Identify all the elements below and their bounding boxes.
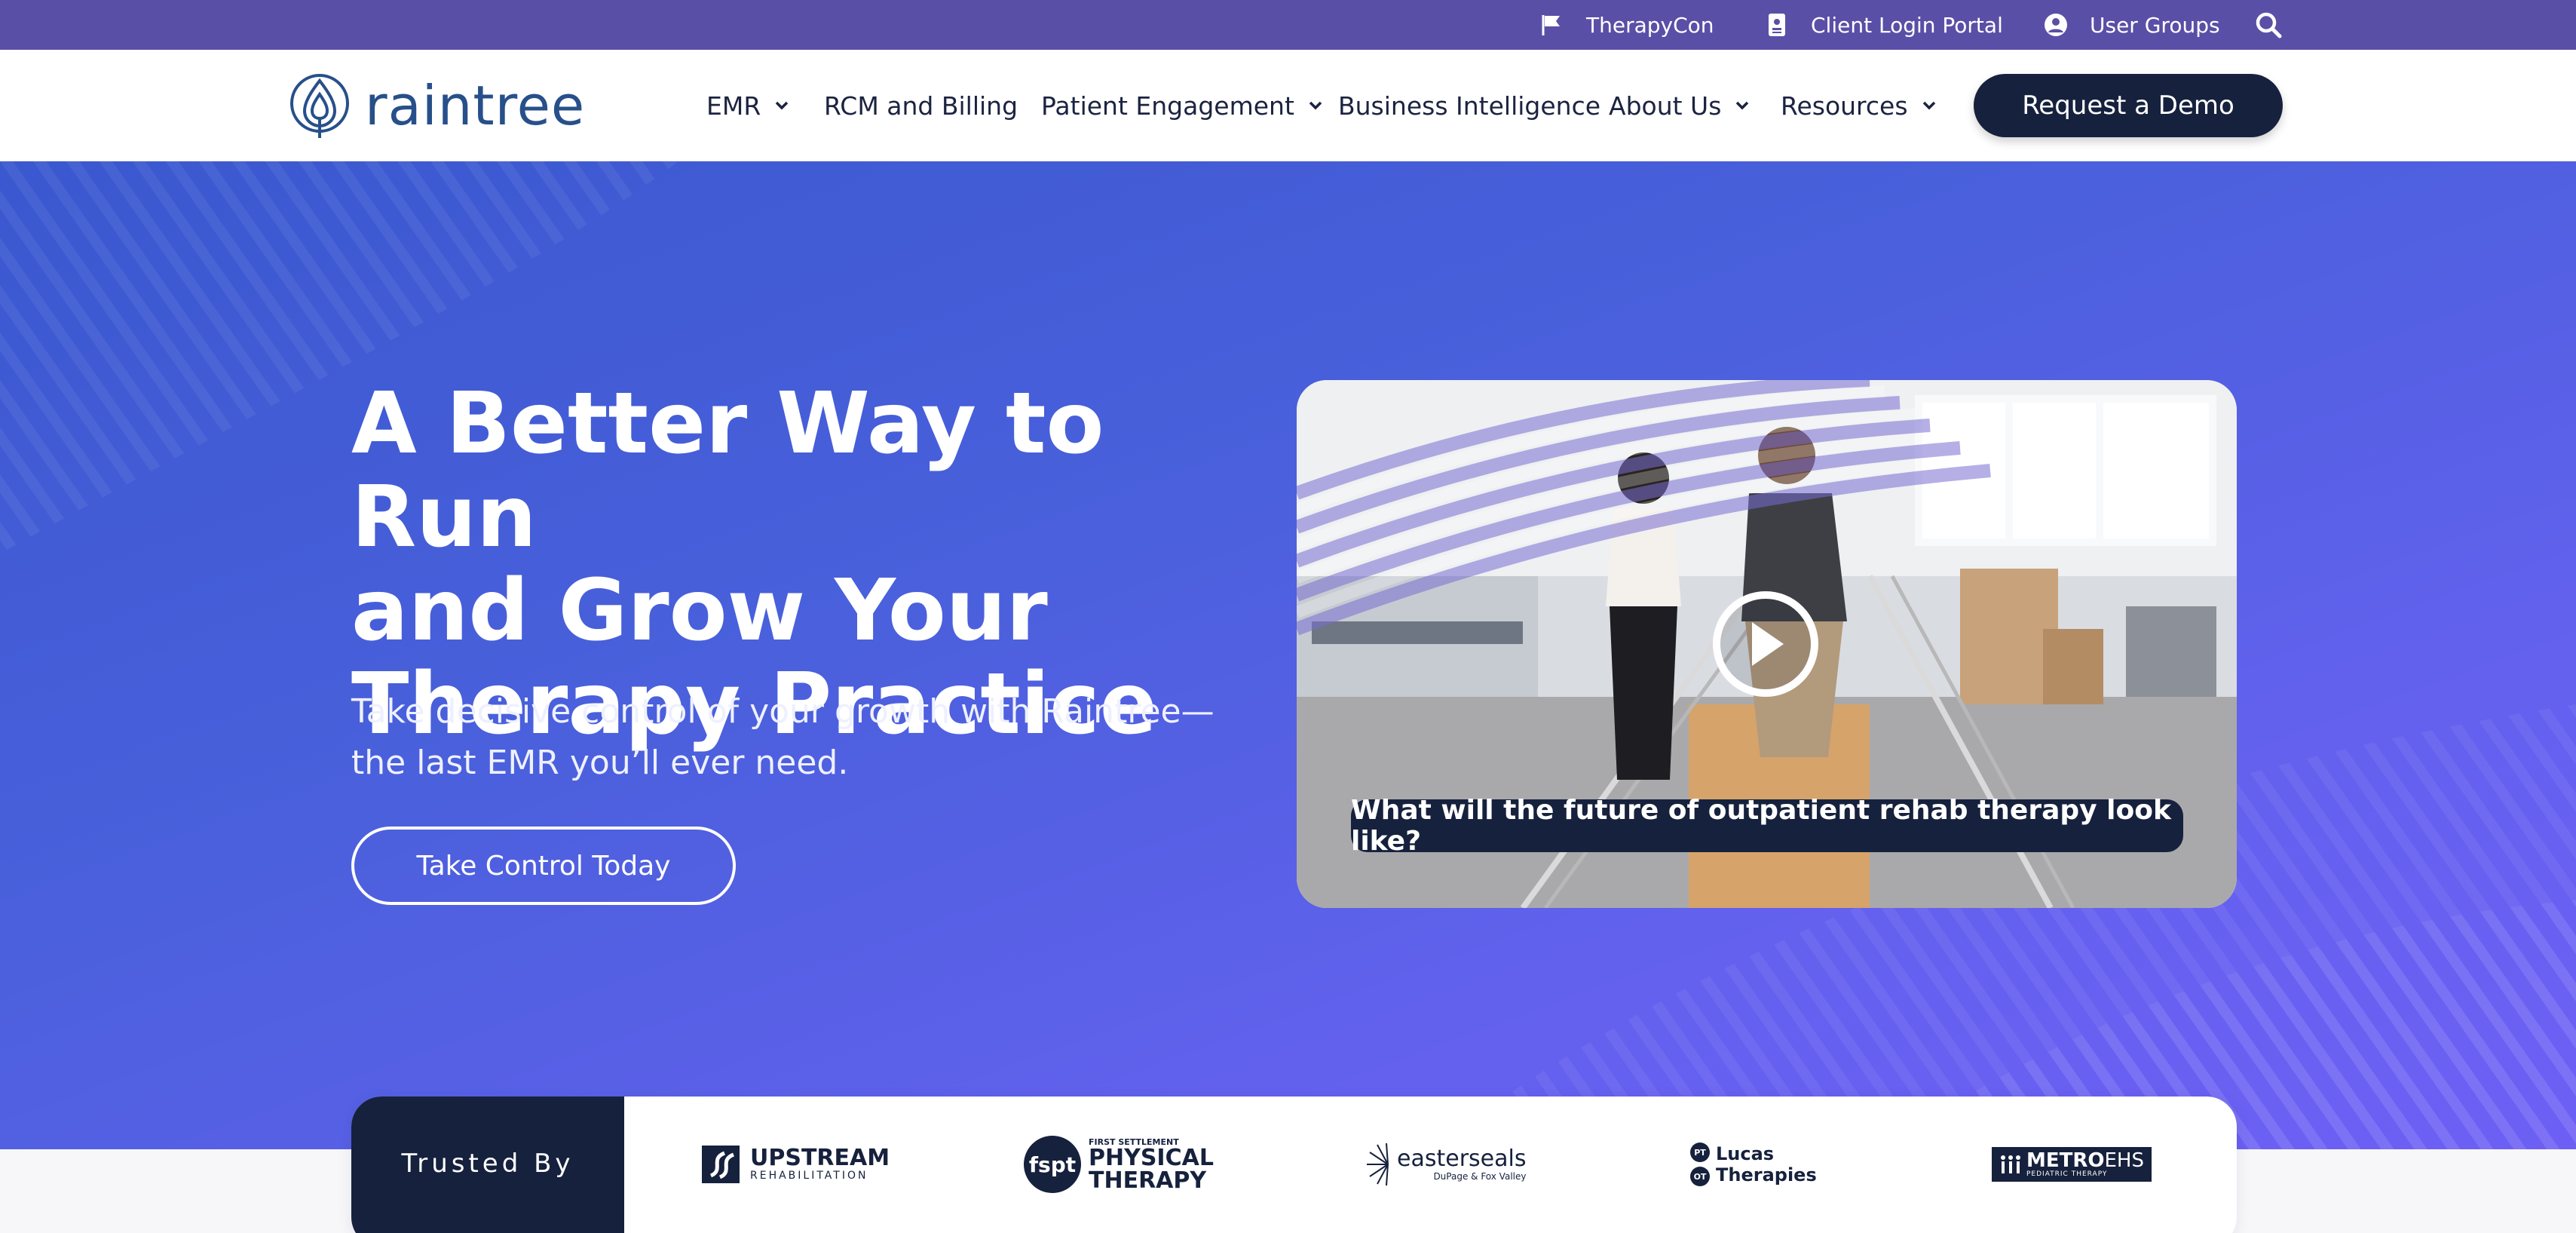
take-control-button[interactable]: Take Control Today	[351, 827, 736, 905]
raintree-drop-icon	[290, 74, 349, 138]
request-demo-button[interactable]: Request a Demo	[1974, 74, 2283, 137]
chevron-down-icon	[1735, 100, 1750, 111]
upstream-logo: UPSTREAM REHABILITATION	[702, 1134, 890, 1195]
lucas-pt-badge: PT	[1690, 1143, 1710, 1162]
nav-item-label: EMR	[706, 90, 761, 121]
lucas-logo: PT OT Lucas Therapies	[1690, 1134, 1817, 1195]
lucas-ot-badge: OT	[1690, 1167, 1710, 1186]
easterseals-subtitle: DuPage & Fox Valley	[1433, 1171, 1527, 1182]
fspt-logo: fspt FIRST SETTLEMENT PHYSICAL THERAPY	[1024, 1134, 1214, 1195]
nav-item-business-intelligence[interactable]: Business Intelligence	[1338, 50, 1600, 161]
fspt-line3: THERAPY	[1089, 1167, 1207, 1194]
raintree-logo[interactable]: raintree	[289, 71, 585, 140]
trusted-label-box: Trusted By	[351, 1097, 624, 1233]
therapycon-label: TherapyCon	[1586, 12, 1714, 38]
client-login-portal-link[interactable]: Client Login Portal	[1764, 0, 2003, 50]
chevron-down-icon	[1308, 100, 1323, 111]
easterseals-burst-icon	[1367, 1143, 1389, 1186]
play-icon[interactable]	[1713, 591, 1818, 697]
brand-name: raintree	[365, 74, 586, 137]
nav-item-label: Resources	[1781, 90, 1908, 121]
nav-item-emr[interactable]: EMR	[706, 50, 789, 161]
hero-title-line: A Better Way to Run	[351, 375, 1104, 566]
upstream-name: UPSTREAM	[750, 1145, 890, 1171]
fspt-mark: fspt	[1024, 1136, 1081, 1193]
nav-item-rcm-billing[interactable]: RCM and Billing	[824, 50, 1018, 161]
user-groups-label: User Groups	[2090, 12, 2220, 38]
chevron-down-icon	[774, 100, 789, 111]
nav-item-about-us[interactable]: About Us	[1609, 50, 1750, 161]
nav-item-label: Business Intelligence	[1338, 90, 1601, 121]
fspt-line2: PHYSICAL	[1089, 1144, 1214, 1171]
upstream-subtitle: REHABILITATION	[750, 1170, 868, 1182]
hero-section: A Better Way to Run and Grow Your Therap…	[0, 161, 2576, 1149]
trusted-by-card: Trusted By UPSTREAM REHABILITATION fspt …	[351, 1097, 2237, 1233]
video-card[interactable]: What will the future of outpatient rehab…	[1297, 380, 2237, 908]
hero-subtitle: Take decisive control of your growth wit…	[351, 686, 1256, 789]
trusted-label: Trusted By	[401, 1149, 574, 1179]
nav-item-label: About Us	[1609, 90, 1722, 121]
metroehs-metro: METRO	[2026, 1149, 2105, 1172]
nav-item-label: Patient Engagement	[1041, 90, 1294, 121]
upstream-mark-icon	[702, 1146, 740, 1183]
nav-item-patient-engagement[interactable]: Patient Engagement	[1041, 50, 1323, 161]
easterseals-name: easterseals	[1397, 1146, 1527, 1172]
therapycon-link[interactable]: TherapyCon	[1539, 0, 1714, 50]
search-icon[interactable]	[2254, 11, 2283, 39]
chevron-down-icon	[1922, 100, 1937, 111]
video-caption: What will the future of outpatient rehab…	[1351, 795, 2183, 857]
metroehs-logo: METROEHS PEDIATRIC THERAPY	[1992, 1134, 2152, 1195]
client-login-portal-label: Client Login Portal	[1811, 12, 2003, 38]
hero-title-line: and Grow Your	[351, 562, 1048, 660]
utility-bar: TherapyCon Client Login Portal User Grou…	[0, 0, 2576, 50]
hero-subtitle-line: Take decisive control of your growth wit…	[351, 692, 1214, 731]
nav-item-resources[interactable]: Resources	[1781, 50, 1937, 161]
user-circle-icon	[2043, 12, 2069, 38]
nav-item-label: RCM and Billing	[824, 90, 1018, 121]
easterseals-logo: easterseals DuPage & Fox Valley	[1365, 1134, 1526, 1195]
flag-icon	[1539, 12, 1565, 38]
lucas-name: Lucas	[1716, 1143, 1775, 1164]
metroehs-people-icon	[2001, 1155, 2020, 1173]
hero-subtitle-line: the last EMR you’ll ever need.	[351, 744, 849, 782]
user-groups-link[interactable]: User Groups	[2043, 0, 2220, 50]
metroehs-ehs: EHS	[2104, 1149, 2144, 1172]
lucas-therapies: Therapies	[1716, 1164, 1817, 1185]
id-card-icon	[1764, 12, 1790, 38]
